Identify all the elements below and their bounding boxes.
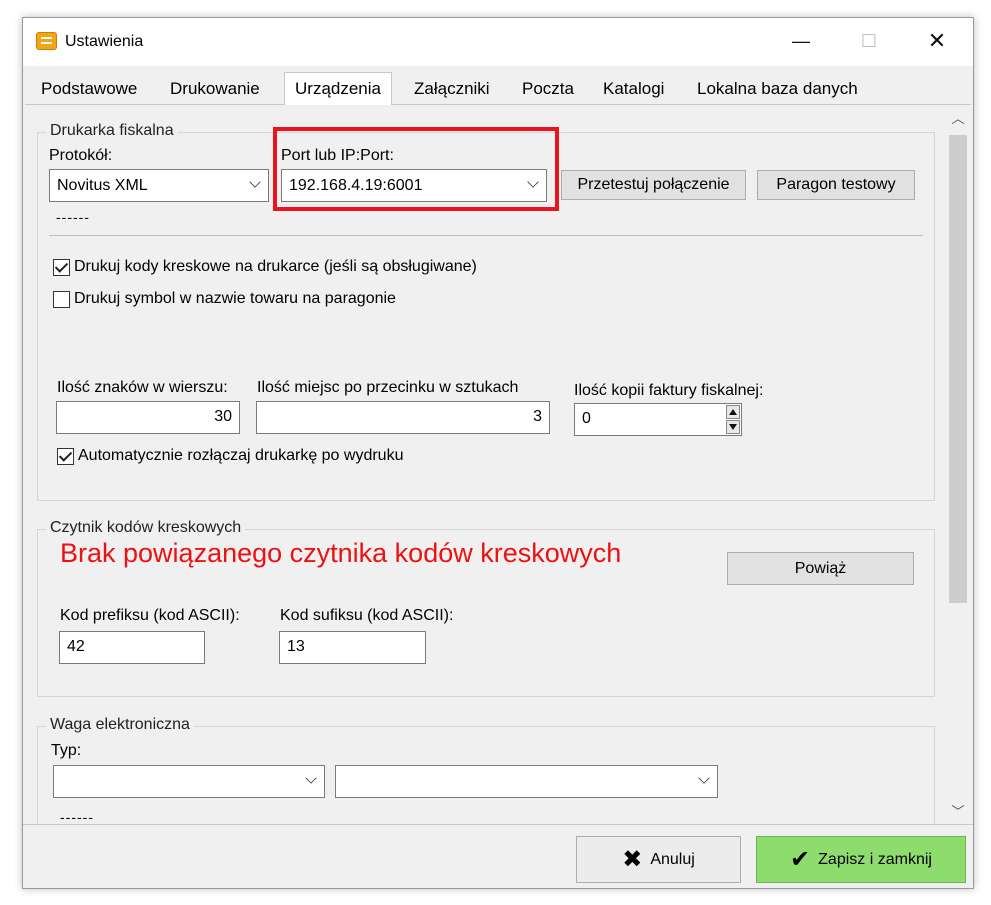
scale-group-title: Waga elektroniczna xyxy=(46,716,194,734)
scale-port-select[interactable] xyxy=(335,765,718,798)
suffix-label: Kod sufiksu (kod ASCII): xyxy=(280,607,454,624)
prefix-label: Kod prefiksu (kod ASCII): xyxy=(60,607,240,624)
minimize-button[interactable]: — xyxy=(778,18,824,64)
maximize-button[interactable]: ☐ xyxy=(846,18,892,64)
scale-type-label: Typ: xyxy=(51,742,82,759)
protocol-value: Novitus XML xyxy=(57,177,148,194)
decimal-places-value: 3 xyxy=(533,408,542,425)
barcode-reader-group-title: Czytnik kodów kreskowych xyxy=(46,519,246,537)
decimal-places-input[interactable]: 3 xyxy=(256,401,550,434)
checkbox-unchecked-icon xyxy=(53,290,70,308)
close-icon: ✖ xyxy=(622,846,643,873)
protocol-select[interactable]: Novitus XML xyxy=(49,169,269,202)
print-barcodes-label: Drukuj kody kreskowe na drukarce (jeśli … xyxy=(74,258,477,275)
settings-window: Ustawienia — ☐ ✕ Podstawowe Drukowanie U… xyxy=(22,17,974,889)
scale-status-text: ------ xyxy=(60,809,94,824)
stepper-up-icon[interactable] xyxy=(726,405,740,419)
scroll-up-icon[interactable]: ︿ xyxy=(945,107,971,131)
chars-per-line-value: 30 xyxy=(214,408,232,425)
decimal-places-label: Ilość miejsc po przecinku w sztukach xyxy=(257,379,519,396)
chars-per-line-input[interactable]: 30 xyxy=(56,401,240,434)
scroll-thumb[interactable] xyxy=(949,135,967,603)
chars-per-line-label: Ilość znaków w wierszu: xyxy=(57,379,228,396)
checkmark-icon: ✔ xyxy=(790,846,811,873)
print-symbol-checkbox[interactable]: Drukuj symbol w nazwie towaru na paragon… xyxy=(53,290,396,308)
chevron-down-icon xyxy=(305,772,317,784)
auto-disconnect-checkbox[interactable]: Automatycznie rozłączaj drukarkę po wydr… xyxy=(57,447,403,465)
suffix-input[interactable]: 13 xyxy=(279,631,426,664)
prefix-input[interactable]: 42 xyxy=(59,631,205,664)
tab-urzadzenia[interactable]: Urządzenia xyxy=(284,72,392,105)
dialog-footer: ✖ Anuluj ✔ Zapisz i zamknij xyxy=(23,824,973,888)
tab-drukowanie[interactable]: Drukowanie xyxy=(160,76,270,102)
print-barcodes-checkbox[interactable]: Drukuj kody kreskowe na drukarce (jeśli … xyxy=(53,258,477,276)
link-reader-button[interactable]: Powiąż xyxy=(727,552,914,585)
printer-status-text: ------ xyxy=(56,209,90,225)
save-label: Zapisz i zamknij xyxy=(818,850,932,868)
auto-disconnect-label: Automatycznie rozłączaj drukarkę po wydr… xyxy=(78,447,404,464)
tab-lokalna-baza-danych[interactable]: Lokalna baza danych xyxy=(687,76,868,102)
close-button[interactable]: ✕ xyxy=(914,18,960,64)
no-reader-message: Brak powiązanego czytnika kodów kreskowy… xyxy=(60,538,622,568)
test-connection-button[interactable]: Przetestuj połączenie xyxy=(561,170,746,200)
invoice-copies-value: 0 xyxy=(582,410,591,427)
tab-bar: Podstawowe Drukowanie Urządzenia Załączn… xyxy=(23,72,973,105)
test-receipt-button[interactable]: Paragon testowy xyxy=(757,170,915,200)
prefix-value: 42 xyxy=(67,638,85,655)
title-bar[interactable]: Ustawienia — ☐ ✕ xyxy=(23,18,973,66)
tab-katalogi[interactable]: Katalogi xyxy=(593,76,674,102)
invoice-copies-label: Ilość kopii faktury fiskalnej: xyxy=(574,382,764,399)
settings-app-icon xyxy=(36,32,57,50)
save-and-close-button[interactable]: ✔ Zapisz i zamknij xyxy=(756,836,966,883)
print-symbol-label: Drukuj symbol w nazwie towaru na paragon… xyxy=(74,290,396,307)
vertical-scrollbar[interactable]: ︿ ﹀ xyxy=(945,107,971,824)
cancel-button[interactable]: ✖ Anuluj xyxy=(576,836,741,883)
tab-podstawowe[interactable]: Podstawowe xyxy=(31,76,147,102)
invoice-copies-stepper[interactable]: 0 xyxy=(574,403,742,436)
protocol-label: Protokół: xyxy=(49,147,113,164)
tab-poczta[interactable]: Poczta xyxy=(512,76,584,102)
suffix-value: 13 xyxy=(287,638,305,655)
cancel-label: Anuluj xyxy=(650,850,695,868)
window-title: Ustawienia xyxy=(65,33,144,50)
scale-type-select[interactable] xyxy=(53,765,325,798)
stepper xyxy=(725,404,741,435)
chevron-down-icon xyxy=(249,176,261,188)
stepper-down-icon[interactable] xyxy=(726,420,740,434)
scroll-down-icon[interactable]: ﹀ xyxy=(945,800,971,824)
chevron-down-icon xyxy=(698,772,710,784)
tab-content: Drukarka fiskalna Protokół: Novitus XML … xyxy=(25,104,971,824)
checkbox-checked-icon xyxy=(53,258,70,276)
fiscal-printer-group-title: Drukarka fiskalna xyxy=(46,122,178,140)
highlight-frame xyxy=(273,127,559,211)
checkbox-checked-icon xyxy=(57,447,74,465)
tab-zalaczniki[interactable]: Załączniki xyxy=(404,76,500,102)
divider xyxy=(49,235,923,236)
